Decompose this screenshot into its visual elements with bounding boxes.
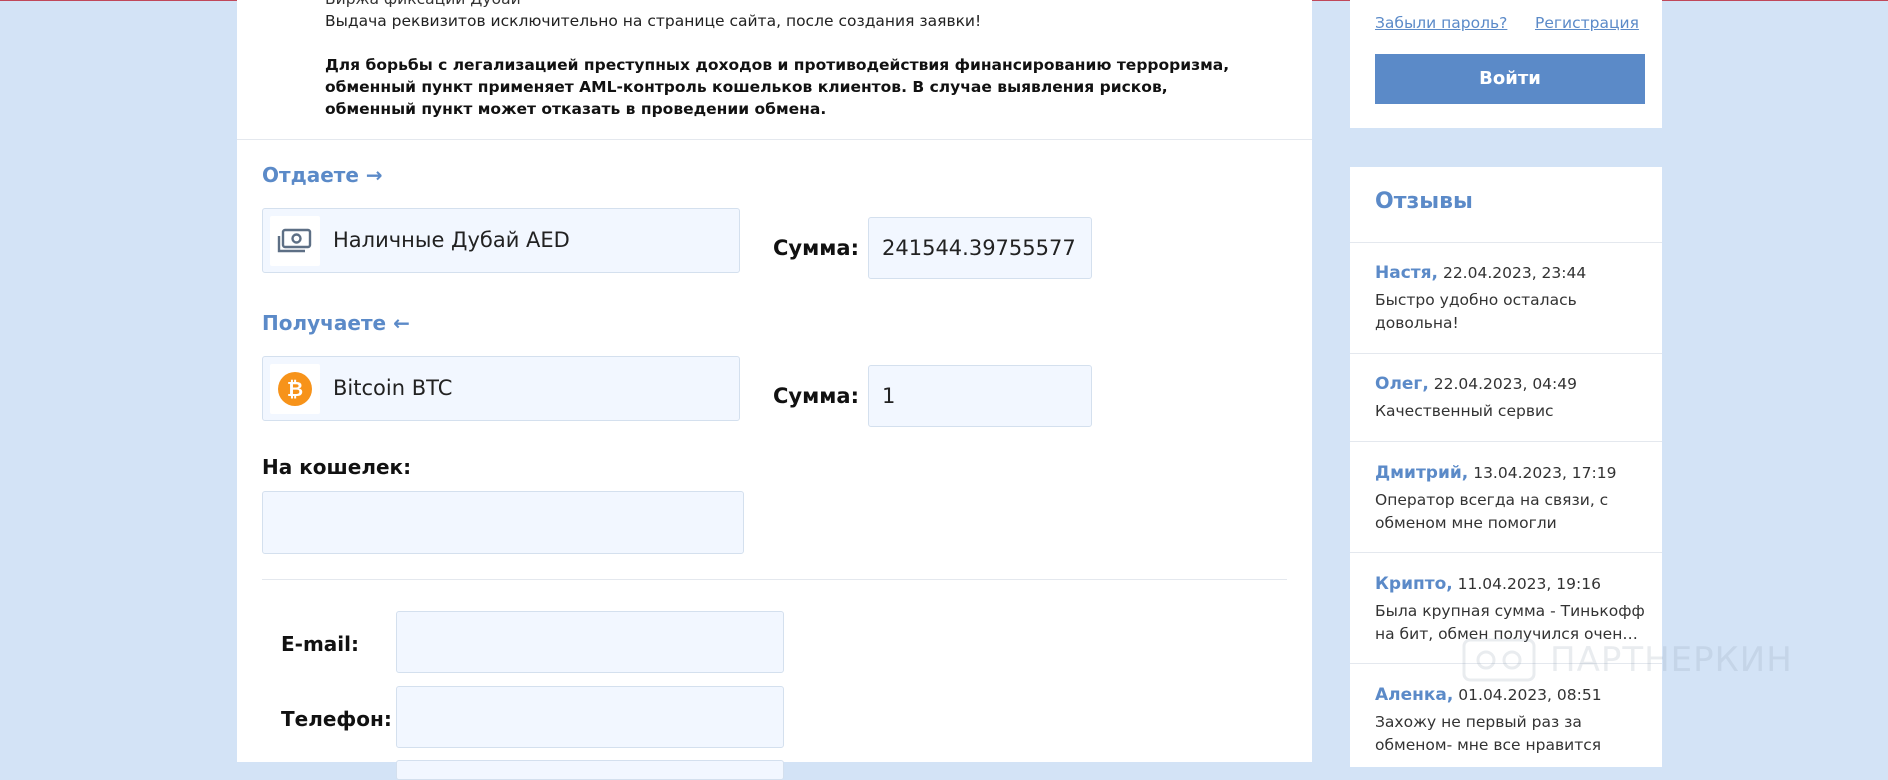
review-text: Качественный сервис: [1375, 402, 1554, 420]
divider: [1350, 353, 1662, 354]
divider: [1350, 441, 1662, 442]
phone-label: Телефон:: [281, 707, 392, 731]
review-date: 22.04.2023, 04:49: [1433, 375, 1577, 393]
review-date: 13.04.2023, 17:19: [1473, 464, 1617, 482]
notice-cut-line: Биржа фиксации Дубай: [325, 0, 1255, 10]
give-currency-label: Наличные Дубай AED: [333, 228, 570, 252]
divider: [262, 579, 1287, 580]
review-item[interactable]: Настя, 22.04.2023, 23:44 Быстро удобно о…: [1375, 262, 1645, 335]
exchange-panel: Биржа фиксации Дубай Выдача реквизитов и…: [237, 0, 1312, 780]
login-card: Забыли пароль? Регистрация Войти: [1350, 0, 1662, 128]
get-amount-label: Сумма:: [773, 384, 859, 408]
review-text: Захожу не первый раз за обменом- мне все…: [1375, 713, 1602, 754]
phone-input[interactable]: [396, 686, 784, 748]
review-item[interactable]: Аленка, 01.04.2023, 08:51 Захожу не перв…: [1375, 684, 1645, 757]
divider: [1350, 242, 1662, 243]
register-link[interactable]: Регистрация: [1535, 14, 1639, 32]
next-input[interactable]: [396, 760, 784, 780]
give-amount-input[interactable]: 241544.39755577: [868, 217, 1092, 279]
wallet-input[interactable]: [262, 491, 744, 554]
notice-requisites-line: Выдача реквизитов исключительно на стран…: [325, 12, 982, 30]
give-amount-label: Сумма:: [773, 236, 859, 260]
review-date: 22.04.2023, 23:44: [1442, 264, 1587, 282]
reviews-title: Отзывы: [1375, 189, 1473, 214]
aml-notice: Для борьбы с легализацией преступных дох…: [325, 56, 1230, 118]
divider: [237, 139, 1312, 140]
review-author: Дмитрий,: [1375, 463, 1469, 483]
review-text: Быстро удобно осталась довольна!: [1375, 291, 1577, 332]
review-author: Олег,: [1375, 374, 1429, 394]
watermark-logo-icon: [1462, 638, 1536, 682]
login-button[interactable]: Войти: [1375, 54, 1645, 104]
wallet-label: На кошелек:: [262, 455, 412, 479]
review-author: Крипто,: [1375, 574, 1453, 594]
get-currency-label: Bitcoin BTC: [333, 376, 453, 400]
divider: [1350, 552, 1662, 553]
svg-text:₿: ₿: [287, 377, 303, 401]
forgot-password-link[interactable]: Забыли пароль?: [1375, 14, 1507, 32]
review-date: 01.04.2023, 08:51: [1458, 686, 1602, 704]
email-input[interactable]: [396, 611, 784, 673]
get-amount-input[interactable]: 1: [868, 365, 1092, 427]
review-item[interactable]: Дмитрий, 13.04.2023, 17:19 Оператор всег…: [1375, 462, 1645, 535]
review-item[interactable]: Олег, 22.04.2023, 04:49 Качественный сер…: [1375, 373, 1645, 423]
bitcoin-icon: ₿: [270, 364, 320, 414]
email-label: E-mail:: [281, 632, 360, 656]
review-author: Настя,: [1375, 263, 1439, 283]
give-currency-select[interactable]: Наличные Дубай AED: [262, 208, 740, 273]
partnerkin-watermark: ПАРТНЕРКИН: [1462, 638, 1852, 682]
give-title: Отдаете →: [262, 163, 383, 187]
review-author: Аленка,: [1375, 685, 1454, 705]
review-date: 11.04.2023, 19:16: [1457, 575, 1601, 593]
review-text: Оператор всегда на связи, с обменом мне …: [1375, 491, 1609, 532]
get-currency-select[interactable]: ₿ Bitcoin BTC: [262, 356, 740, 421]
exchange-notice: Биржа фиксации Дубай Выдача реквизитов и…: [325, 0, 1255, 120]
review-item[interactable]: Крипто, 11.04.2023, 19:16 Была крупная с…: [1375, 573, 1645, 646]
cash-icon: [270, 216, 320, 266]
watermark-text: ПАРТНЕРКИН: [1550, 640, 1793, 680]
get-title: Получаете ←: [262, 311, 410, 335]
